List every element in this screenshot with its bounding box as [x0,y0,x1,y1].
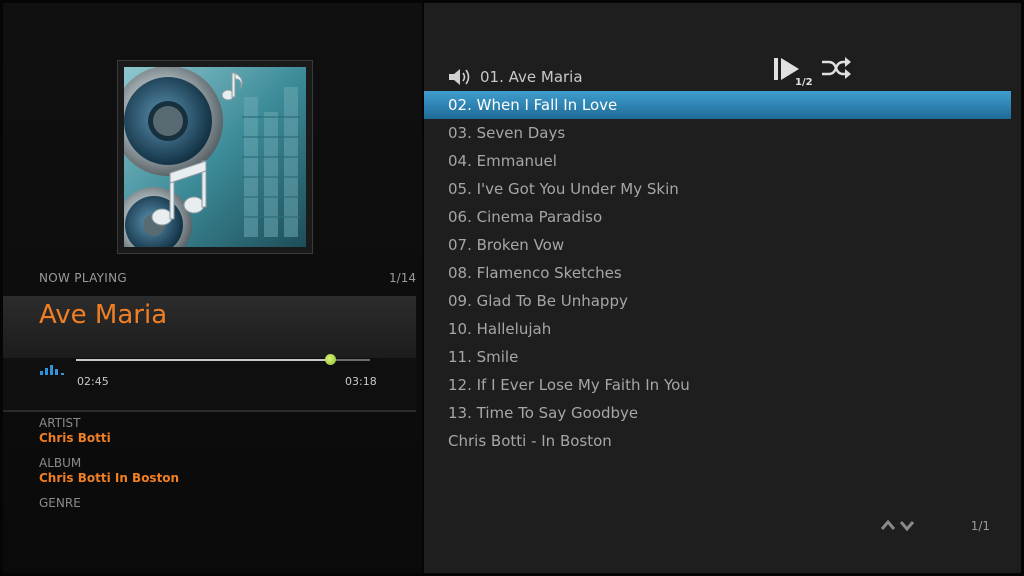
playlist-item[interactable]: 08. Flamenco Sketches [424,259,1011,287]
page-indicator: 1/1 [970,519,990,533]
album-value: Chris Botti In Boston [39,471,180,485]
playlist-item[interactable]: 11. Smile [424,343,1011,371]
artist-value: Chris Botti [39,431,111,445]
playlist-item[interactable]: 04. Emmanuel [424,147,1011,175]
playlist-item[interactable]: 12. If I Ever Lose My Faith In You [424,371,1011,399]
elapsed-time: 02:45 [77,375,109,388]
playlist-item[interactable]: 01. Ave Maria [424,63,1011,91]
playlist-item[interactable]: 07. Broken Vow [424,231,1011,259]
page-nav [880,519,915,532]
playlist-item[interactable]: 03. Seven Days [424,119,1011,147]
song-title: Ave Maria [39,300,168,330]
play-pause-icon[interactable]: 1/2 [773,55,815,87]
track-position: 1/14 [389,271,416,285]
playlist-item[interactable]: 13. Time To Say Goodbye [424,399,1011,427]
now-playing-label: NOW PLAYING [39,271,128,285]
artist-label: ARTIST [39,416,81,430]
album-art [117,60,313,254]
shuffle-icon[interactable] [820,56,852,80]
total-time: 03:18 [345,375,377,388]
progress-bar[interactable] [76,354,370,365]
scroll-up-icon[interactable] [880,519,896,530]
playlist-item[interactable]: 05. I've Got You Under My Skin [424,175,1011,203]
genre-label: GENRE [39,496,81,510]
equalizer-icon [40,365,64,375]
progress-fill [76,359,331,361]
scroll-down-icon[interactable] [899,521,915,532]
divider [3,410,416,412]
playlist-item[interactable]: 02. When I Fall In Love [424,91,1011,119]
playlist-item[interactable]: 06. Cinema Paradiso [424,203,1011,231]
playlist-item[interactable]: Chris Botti - In Boston [424,427,1011,455]
playlist-item[interactable]: 09. Glad To Be Unhappy [424,287,1011,315]
playlist-item[interactable]: 10. Hallelujah [424,315,1011,343]
album-label: ALBUM [39,456,82,470]
play-mode-label: 1/2 [795,77,813,87]
